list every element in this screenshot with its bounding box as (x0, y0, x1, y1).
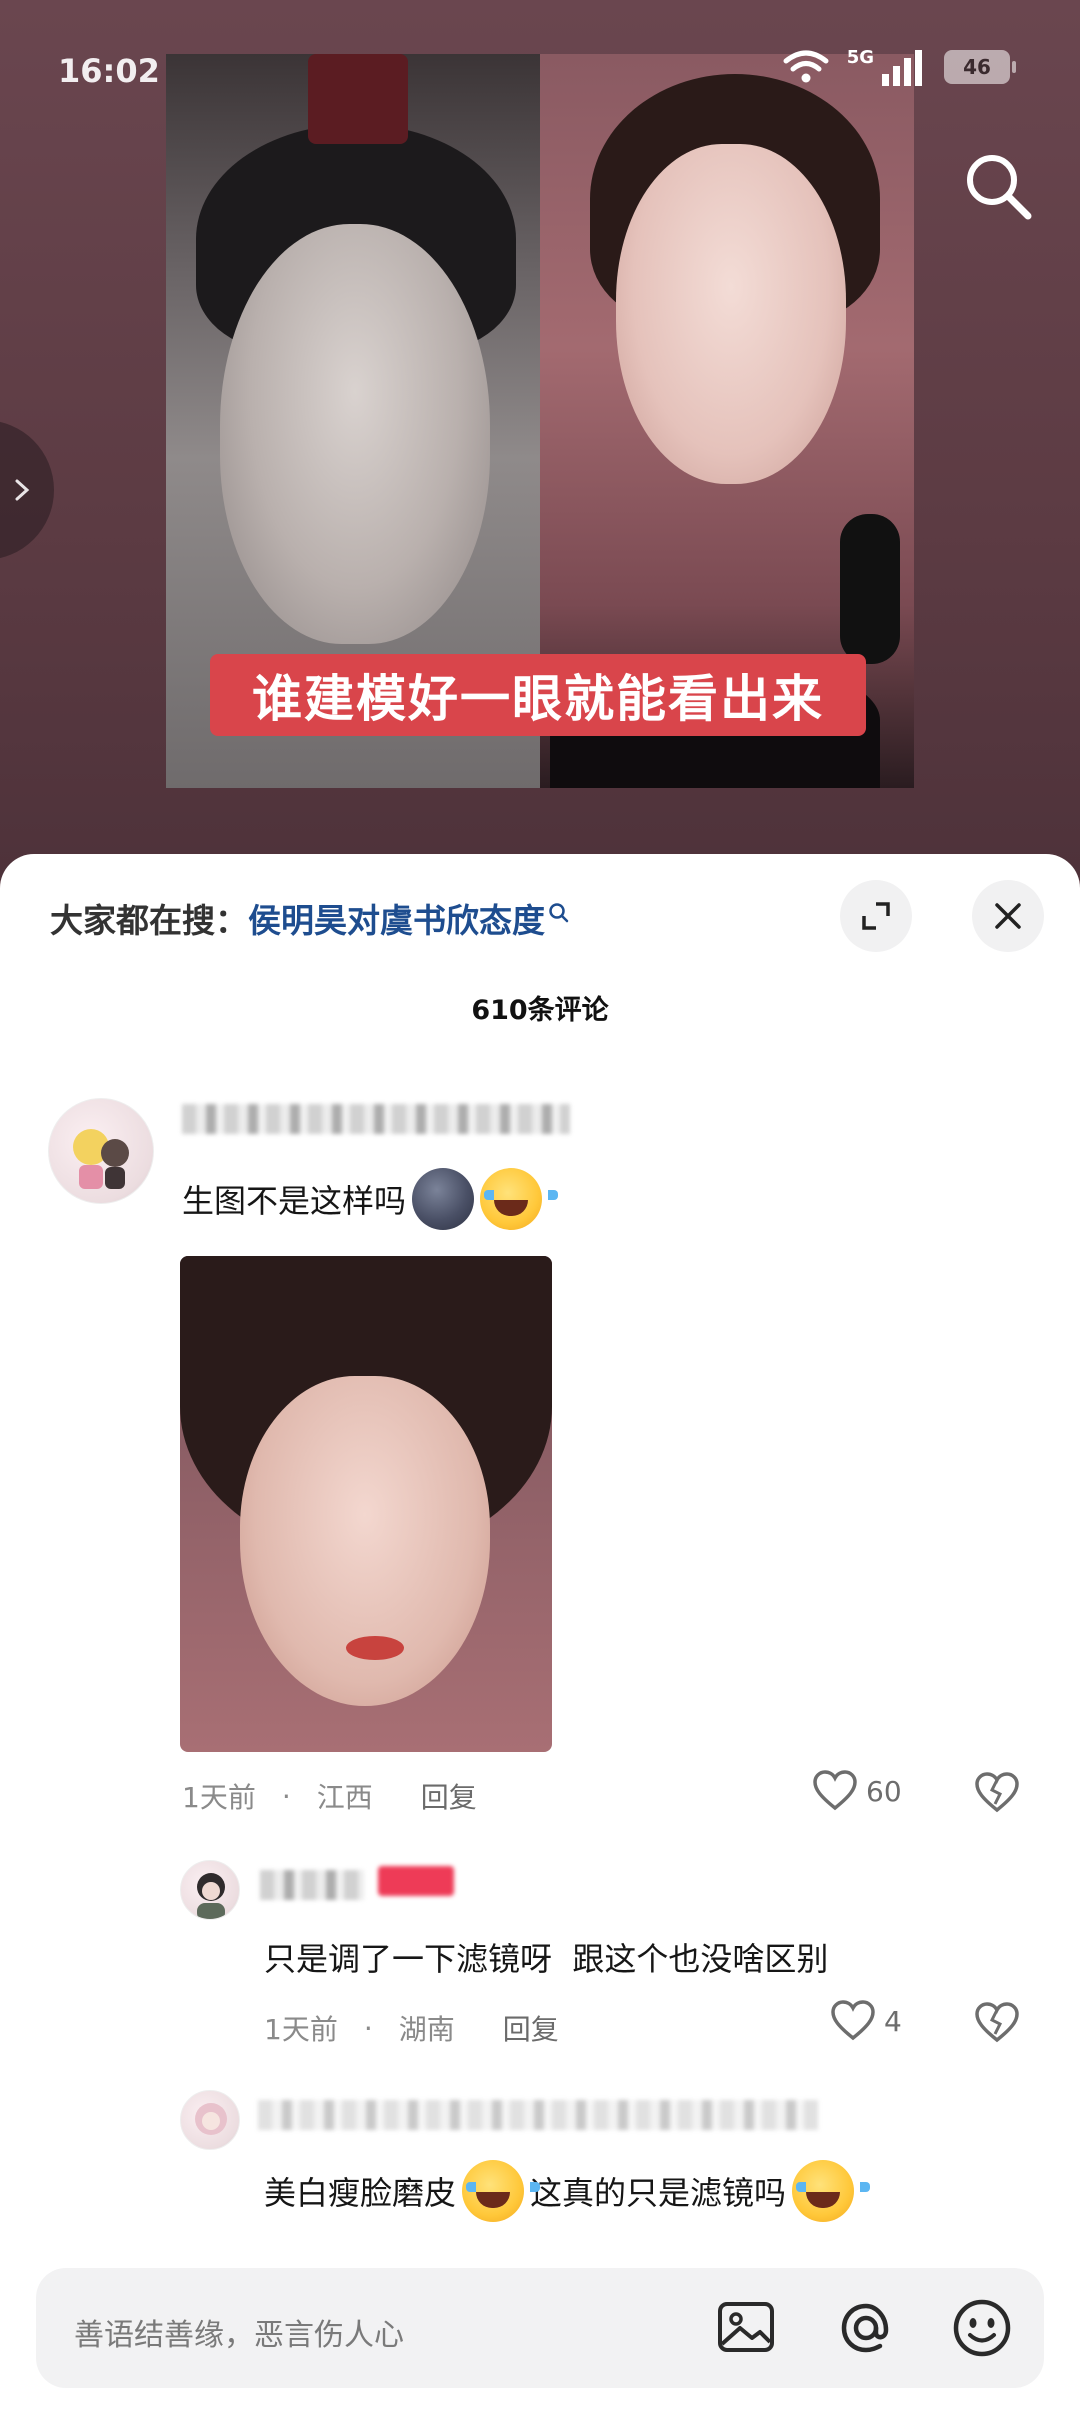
username-blurred[interactable] (260, 1870, 364, 1900)
avatar[interactable] (180, 1860, 240, 1920)
video-area[interactable]: 谁建模好一眼就能看出来 (0, 0, 1080, 880)
dislike-button[interactable] (974, 2002, 1020, 2048)
comment-location: 江西 (316, 1781, 373, 1814)
comment-text: 只是调了一下滤镜呀 跟这个也没啥区别 (264, 1932, 828, 1982)
comment-time: 1天前 (264, 2013, 338, 2046)
reply-button[interactable]: 回复 (421, 1776, 477, 1816)
signal-icon (882, 50, 922, 86)
like-button[interactable]: 60 (812, 1770, 902, 1812)
status-icons: 5G 46 (783, 46, 1016, 86)
broken-heart-icon (975, 2002, 1019, 2043)
comment-body-continued: 这真的只是滤镜吗 (530, 2174, 787, 2212)
comment-text: 生图不是这样吗 (182, 1164, 559, 1234)
search-button[interactable] (960, 148, 1036, 224)
comment-meta: 1天前 · 湖南 回复 (264, 2008, 559, 2048)
trending-lead: 大家都在搜： (50, 901, 248, 940)
heart-icon (831, 2000, 875, 2041)
separator-dot: · (281, 1779, 291, 1813)
at-sign-icon (841, 2303, 889, 2353)
status-bar: 16:02 5G 46 (0, 0, 1080, 120)
comment-time: 1天前 (182, 1781, 256, 1814)
comment-image[interactable] (180, 1256, 552, 1752)
avatar[interactable] (180, 2090, 240, 2150)
network-label: 5G (846, 46, 874, 68)
wifi-icon (783, 50, 829, 83)
video-cover[interactable]: 谁建模好一眼就能看出来 (166, 54, 914, 788)
tears-of-joy-emoji-icon (480, 1168, 559, 1230)
comment-text: 美白瘦脸磨皮 这真的只是滤镜吗 (264, 2156, 871, 2226)
comment-body: 生图不是这样吗 (182, 1182, 407, 1220)
dislike-button[interactable] (974, 1772, 1020, 1818)
comment-count: 610条评论 (471, 995, 609, 1026)
tears-of-joy-emoji-icon (462, 2160, 541, 2222)
expand-icon (862, 902, 890, 930)
avatar-image (197, 1873, 225, 1919)
emoji-button[interactable] (948, 2294, 1016, 2362)
trending-query-link[interactable]: 侯明昊对虞书欣态度 (248, 894, 545, 942)
reply-button[interactable]: 回复 (503, 2008, 559, 2048)
moon-face-emoji-icon (412, 1168, 475, 1230)
avatar[interactable] (48, 1098, 154, 1204)
trending-search[interactable]: 大家都在搜： 侯明昊对虞书欣态度 (50, 894, 571, 942)
mention-button[interactable] (832, 2294, 900, 2362)
close-icon (995, 903, 1021, 929)
like-count: 60 (866, 1774, 902, 1808)
image-icon (718, 2302, 774, 2352)
broken-heart-icon (975, 1772, 1019, 1813)
status-time: 16:02 (58, 52, 160, 90)
comment-meta: 1天前 · 江西 回复 (182, 1776, 477, 1816)
comment-input-bar[interactable]: 善语结善缘，恶言伤人心 (36, 2268, 1044, 2388)
username-blurred[interactable] (258, 2100, 818, 2130)
smiley-icon (953, 2299, 1011, 2357)
expand-button[interactable] (840, 880, 912, 952)
avatar-image (73, 1129, 129, 1189)
sheet-header: 大家都在搜： 侯明昊对虞书欣态度 (0, 854, 1080, 974)
like-count: 4 (884, 2004, 902, 2038)
side-expand-tab[interactable] (0, 420, 54, 560)
tears-of-joy-emoji-icon (792, 2160, 871, 2222)
avatar-image (195, 2103, 227, 2135)
small-search-icon (549, 903, 569, 923)
like-button[interactable]: 4 (830, 2000, 902, 2042)
comment-body: 只是调了一下滤镜呀 跟这个也没啥区别 (264, 1940, 829, 1978)
heart-icon (813, 1770, 857, 1811)
separator-dot: · (363, 2011, 373, 2045)
search-icon (967, 155, 1032, 220)
username-blurred[interactable] (182, 1104, 570, 1134)
comment-input-placeholder[interactable]: 善语结善缘，恶言伤人心 (74, 2310, 404, 2354)
chevron-right-icon (15, 479, 30, 501)
image-picker-button[interactable] (712, 2294, 780, 2362)
close-button[interactable] (972, 880, 1044, 952)
comment-location: 湖南 (398, 2013, 455, 2046)
user-badge-blurred (378, 1866, 454, 1896)
cover-caption: 谁建模好一眼就能看出来 (210, 654, 866, 736)
comment-body: 美白瘦脸磨皮 (264, 2174, 457, 2212)
battery-indicator: 46 (944, 50, 1016, 84)
